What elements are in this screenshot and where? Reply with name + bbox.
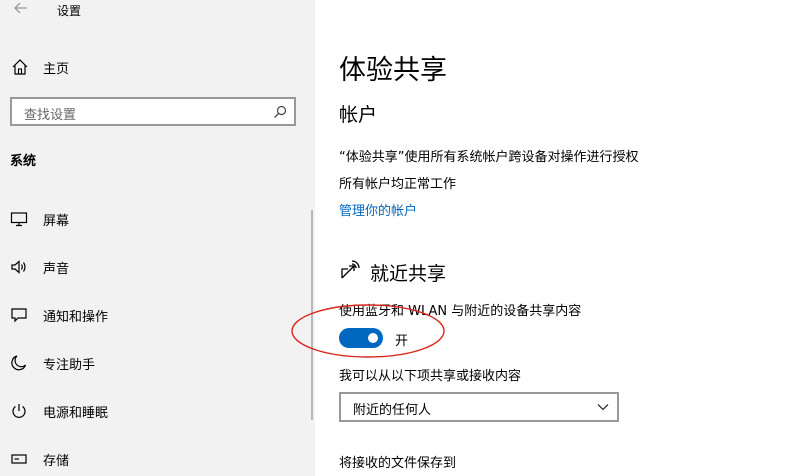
moon-icon: [11, 355, 27, 371]
sidebar-item-focus-assist[interactable]: 专注助手: [0, 346, 310, 378]
nearby-share-toggle[interactable]: [339, 328, 383, 348]
message-icon: [11, 308, 27, 323]
section-title: 系统: [10, 154, 37, 169]
nearby-share-icon: [341, 260, 360, 279]
save-location-label: 将接收的文件保存到: [339, 456, 457, 471]
sidebar-scrollbar[interactable]: [311, 210, 313, 420]
sidebar-item-label: 屏幕: [43, 214, 70, 229]
monitor-icon: [10, 212, 28, 227]
back-button[interactable]: [10, 0, 32, 20]
speaker-icon: [11, 260, 26, 274]
accounts-status: 所有帐户均正常工作: [339, 177, 457, 192]
home-icon: [12, 59, 28, 75]
accounts-description: “体验共享”使用所有系统帐户跨设备对操作进行授权: [339, 150, 639, 165]
sidebar-item-home[interactable]: 主页: [0, 52, 315, 82]
page-title: 体验共享: [339, 55, 447, 86]
search-placeholder: 查找设置: [24, 108, 77, 123]
chevron-down-icon: [597, 404, 609, 411]
power-icon: [12, 404, 26, 418]
storage-icon: [11, 454, 27, 464]
search-input[interactable]: 查找设置: [10, 97, 296, 126]
back-arrow-icon: [14, 2, 27, 14]
sidebar-item-label: 专注助手: [43, 358, 96, 373]
sidebar-item-display[interactable]: 屏幕: [0, 202, 310, 234]
manage-accounts-link[interactable]: 管理你的帐户: [339, 200, 417, 219]
main-content: 体验共享 帐户 “体验共享”使用所有系统帐户跨设备对操作进行授权 所有帐户均正常…: [315, 0, 794, 476]
accounts-heading: 帐户: [339, 104, 378, 126]
receive-from-dropdown[interactable]: 附近的任何人: [339, 392, 619, 422]
sidebar-item-label: 声音: [43, 262, 70, 277]
sidebar-item-power-sleep[interactable]: 电源和睡眠: [0, 394, 310, 426]
receive-from-label: 我可以从以下项共享或接收内容: [339, 369, 522, 384]
sidebar-item-sound[interactable]: 声音: [0, 250, 310, 282]
sidebar: 设置 主页 查找设置 系统 屏幕 声音 通知和操作 专注助手 电源和睡眠 存储: [0, 0, 315, 476]
sidebar-item-label: 主页: [43, 62, 70, 77]
sidebar-item-label: 通知和操作: [43, 310, 109, 325]
sidebar-item-notifications[interactable]: 通知和操作: [0, 298, 310, 330]
sidebar-item-label: 存储: [43, 454, 70, 469]
nearby-share-description: 使用蓝牙和 WLAN 与附近的设备共享内容: [339, 304, 582, 319]
toggle-knob: [368, 333, 378, 343]
dropdown-value: 附近的任何人: [353, 403, 432, 418]
app-title: 设置: [57, 4, 82, 18]
sidebar-item-storage[interactable]: 存储: [0, 442, 310, 474]
toggle-state-label: 开: [395, 334, 409, 349]
nearby-share-heading: 就近共享: [370, 263, 447, 285]
sidebar-item-label: 电源和睡眠: [43, 406, 109, 421]
title-bar: 设置: [0, 0, 315, 22]
search-icon[interactable]: [273, 105, 287, 119]
